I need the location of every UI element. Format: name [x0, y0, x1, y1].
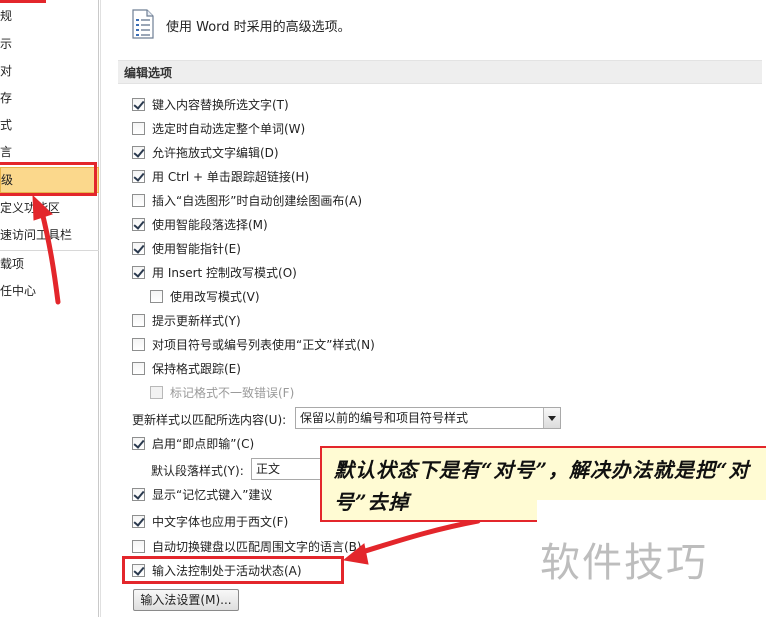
- option-click-and-type[interactable]: 启用“即点即输”(C): [132, 434, 254, 452]
- nav-item-label: 速访问工具栏: [0, 228, 73, 242]
- checkbox[interactable]: [132, 145, 145, 159]
- document-options-icon: [132, 9, 154, 39]
- checkbox[interactable]: [132, 169, 145, 183]
- option-keep-track-formatting[interactable]: 保持格式跟踪(E): [132, 359, 241, 377]
- option-label: 标记格式不一致错误(F): [170, 385, 295, 400]
- ime-settings-button[interactable]: 输入法设置(M)...: [133, 589, 239, 611]
- nav-item-label: 示: [0, 37, 13, 51]
- checkbox[interactable]: [150, 289, 163, 303]
- checkbox[interactable]: [132, 121, 145, 135]
- checkbox[interactable]: [132, 539, 145, 553]
- chevron-down-icon[interactable]: [543, 408, 560, 428]
- option-label: 启用“即点即输”(C): [152, 436, 255, 451]
- option-label: 显示“记忆式键入”建议: [152, 487, 273, 502]
- nav-item-label: 言: [0, 145, 13, 159]
- checkbox[interactable]: [132, 265, 145, 279]
- option-label: 使用改写模式(V): [170, 289, 260, 304]
- nav-item-quick-access-toolbar[interactable]: 速访问工具栏: [0, 224, 99, 246]
- annotation-highlight-box-advanced: [0, 162, 97, 196]
- nav-item-display[interactable]: 示: [0, 33, 99, 55]
- nav-item-language[interactable]: 言: [0, 141, 99, 163]
- option-autocomplete-suggestions[interactable]: 显示“记忆式键入”建议: [132, 485, 272, 503]
- nav-item-label: 存: [0, 91, 13, 105]
- nav-item-customize-ribbon[interactable]: 定义功能区: [0, 197, 99, 219]
- option-smart-cursor[interactable]: 使用智能指针(E): [132, 239, 241, 257]
- nav-item-label: 任中心: [0, 284, 37, 298]
- checkbox[interactable]: [132, 241, 145, 255]
- checkbox[interactable]: [132, 436, 145, 450]
- checkbox[interactable]: [132, 97, 145, 111]
- option-auto-switch-keyboard[interactable]: 自动切换键盘以匹配周围文字的语言(B): [132, 537, 362, 555]
- option-label: 对项目符号或编号列表使用“正文”样式(N): [152, 337, 375, 352]
- option-label: 允许拖放式文字编辑(D): [152, 145, 279, 160]
- checkbox[interactable]: [132, 193, 145, 207]
- default-paragraph-style-dropdown[interactable]: 正文: [251, 458, 331, 480]
- update-style-dropdown[interactable]: 保留以前的编号和项目符号样式: [295, 407, 561, 429]
- nav-item-save[interactable]: 存: [0, 87, 99, 109]
- option-label: 使用智能指针(E): [152, 241, 241, 256]
- annotation-highlight-box: [0, 0, 46, 3]
- checkbox[interactable]: [132, 337, 145, 351]
- section-title-editing-options: 编辑选项: [124, 66, 173, 80]
- option-label: 中文字体也应用于西文(F): [152, 514, 289, 529]
- option-drag-drop-editing[interactable]: 允许拖放式文字编辑(D): [132, 143, 279, 161]
- option-ctrl-click-hyperlink[interactable]: 用 Ctrl + 单击跟踪超链接(H): [132, 167, 309, 185]
- nav-item-label: 对: [0, 64, 13, 78]
- nav-item-general[interactable]: 规: [0, 5, 99, 27]
- option-smart-paragraph[interactable]: 使用智能段落选择(M): [132, 215, 268, 233]
- nav-item-label: 式: [0, 118, 13, 132]
- option-label: 提示更新样式(Y): [152, 313, 241, 328]
- option-label: 用 Ctrl + 单击跟踪超链接(H): [152, 169, 310, 184]
- option-label: 插入“自选图形”时自动创建绘图画布(A): [152, 193, 363, 208]
- nav-item-label: 载项: [0, 257, 25, 271]
- update-style-value: 保留以前的编号和项目符号样式: [300, 411, 469, 425]
- nav-item-label: 规: [0, 9, 13, 23]
- option-label: 使用智能段落选择(M): [152, 217, 268, 232]
- option-prompt-update-style[interactable]: 提示更新样式(Y): [132, 311, 241, 329]
- default-paragraph-style-value: 正文: [256, 462, 281, 476]
- option-overtype-mode[interactable]: 使用改写模式(V): [150, 287, 260, 305]
- option-chinese-font-latin[interactable]: 中文字体也应用于西文(F): [132, 512, 288, 530]
- checkbox[interactable]: [132, 487, 145, 501]
- nav-item-trust-center[interactable]: 任中心: [0, 280, 99, 302]
- checkbox[interactable]: [132, 361, 145, 375]
- option-auto-drawing-canvas[interactable]: 插入“自选图形”时自动创建绘图画布(A): [132, 191, 362, 209]
- nav-item-label: 定义功能区: [0, 201, 61, 215]
- option-normal-style-lists[interactable]: 对项目符号或编号列表使用“正文”样式(N): [132, 335, 375, 353]
- checkbox[interactable]: [132, 313, 145, 327]
- option-label: 用 Insert 控制改写模式(O): [152, 265, 297, 280]
- option-label: 键入内容替换所选文字(T): [152, 97, 289, 112]
- default-paragraph-style-label: 默认段落样式(Y):: [151, 464, 244, 478]
- nav-item-proofing[interactable]: 对: [0, 60, 99, 82]
- checkbox-disabled: [150, 385, 163, 399]
- option-label: 选定时自动选定整个单词(W): [152, 121, 306, 136]
- nav-item-add-ins[interactable]: 载项: [0, 253, 99, 275]
- option-typing-replaces-selection[interactable]: 键入内容替换所选文字(T): [132, 95, 289, 113]
- option-label: 自动切换键盘以匹配周围文字的语言(B): [152, 539, 362, 554]
- option-label: 保持格式跟踪(E): [152, 361, 241, 376]
- annotation-highlight-box-ime: [122, 556, 344, 584]
- option-auto-select-word[interactable]: 选定时自动选定整个单词(W): [132, 119, 305, 137]
- watermark-text: 软件技巧: [540, 540, 708, 586]
- nav-item-format[interactable]: 式: [0, 114, 99, 136]
- checkbox[interactable]: [132, 514, 145, 528]
- checkbox[interactable]: [132, 217, 145, 231]
- panel-description: 使用 Word 时采用的高级选项。: [166, 20, 351, 35]
- options-nav-sidebar: 规 示 对 存 式 言 级 定义功能区 速访问工具栏 载项 任中心: [0, 0, 99, 617]
- update-style-label: 更新样式以匹配所选内容(U):: [132, 413, 287, 427]
- option-insert-overtype[interactable]: 用 Insert 控制改写模式(O): [132, 263, 297, 281]
- section-header: [118, 60, 762, 84]
- option-mark-format-inconsistencies: 标记格式不一致错误(F): [150, 383, 294, 401]
- nav-divider: [0, 250, 99, 251]
